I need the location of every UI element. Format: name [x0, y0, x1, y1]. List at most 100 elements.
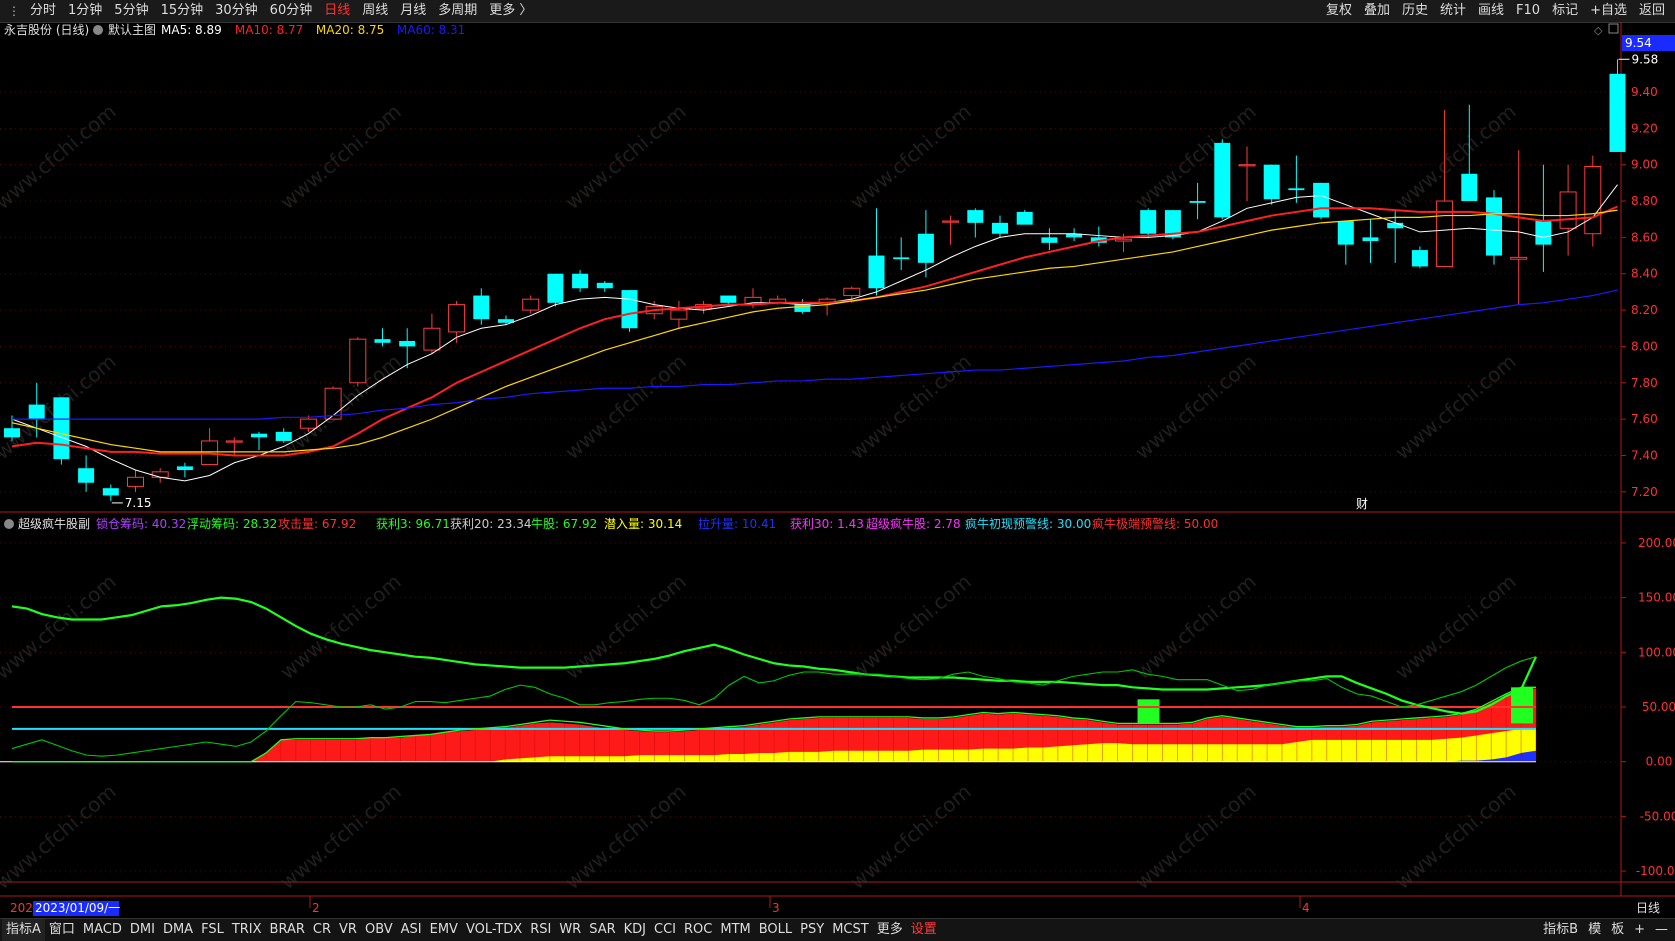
- indicator-tab[interactable]: 窗口: [45, 919, 79, 941]
- candle-body-down: [967, 210, 984, 223]
- date-axis: 202 2023/01/09/一 2 3 4 日线: [10, 896, 1660, 916]
- y-tick-label: 8.20: [1631, 303, 1658, 317]
- indicator-right-button[interactable]: —: [1650, 919, 1673, 941]
- indicator-tab[interactable]: DMI: [126, 919, 159, 941]
- indicator-tab[interactable]: ASI: [397, 919, 426, 941]
- indicator-tab[interactable]: OBV: [361, 919, 397, 941]
- indicator-tab[interactable]: VOL-TDX: [462, 919, 526, 941]
- indicator-tab[interactable]: ROC: [680, 919, 716, 941]
- diamond-icon[interactable]: ◇: [1594, 24, 1603, 37]
- window-icon[interactable]: [1608, 23, 1619, 34]
- period-tab[interactable]: 1分钟: [62, 0, 108, 22]
- indicator-tab[interactable]: VR: [335, 919, 361, 941]
- sub-y-tick-label: 0.00: [1646, 755, 1673, 769]
- indicator-tab[interactable]: DMA: [159, 919, 197, 941]
- toolbar-button[interactable]: 标记: [1546, 0, 1584, 22]
- candle-body-up: [448, 304, 466, 333]
- watermark-text: www.cfchi.com: [1130, 569, 1260, 684]
- indicator-tab[interactable]: TRIX: [228, 919, 266, 941]
- indicator-tab[interactable]: BRAR: [266, 919, 309, 941]
- indicator-right-button[interactable]: 模: [1583, 919, 1606, 941]
- indicator-tab[interactable]: CR: [309, 919, 335, 941]
- candle-body-up: [151, 471, 169, 478]
- toolbar-button[interactable]: +自选: [1584, 0, 1633, 22]
- period-tab[interactable]: 月线: [394, 0, 432, 22]
- finance-marker[interactable]: 财: [1356, 497, 1368, 511]
- sub-indicator-fills: [12, 687, 1537, 762]
- candle-body-down: [53, 397, 70, 460]
- toolbar-button[interactable]: F10: [1510, 0, 1546, 22]
- period-tab[interactable]: 15分钟: [155, 0, 210, 22]
- period-tab[interactable]: 5分钟: [108, 0, 154, 22]
- indicator-tab[interactable]: FSL: [197, 919, 228, 941]
- candle-body-down: [868, 255, 885, 289]
- indicator-tab[interactable]: MTM: [716, 919, 754, 941]
- indicator-tab[interactable]: 更多: [873, 919, 907, 941]
- sub-y-tick-label: 100.00: [1638, 645, 1675, 659]
- toolbar-button[interactable]: 复权: [1320, 0, 1358, 22]
- candle-body-up: [942, 220, 960, 223]
- indicator-tab[interactable]: 指标A: [2, 919, 45, 941]
- indicator-tab[interactable]: RSI: [526, 919, 555, 941]
- y-tick-label: 8.60: [1631, 230, 1658, 244]
- main-chart-name[interactable]: 默认主图: [108, 22, 156, 37]
- indicator-right-button[interactable]: 板: [1606, 919, 1629, 941]
- sub-legend: 锁仓筹码: 40.32 浮动筹码: 28.32 攻击量: 67.92 获利3: 96.…: [96, 516, 1218, 531]
- y-tick-label: 8.80: [1631, 194, 1658, 208]
- indicator-tab[interactable]: SAR: [585, 919, 619, 941]
- indicator-tab[interactable]: KDJ: [620, 919, 650, 941]
- ma-legend-item: MA20: 8.75: [316, 23, 384, 37]
- sub-legend-item: 获利30: 1.43: [790, 517, 864, 531]
- watermark-text: www.cfchi.com: [1390, 99, 1520, 214]
- toolbar-button[interactable]: 历史: [1396, 0, 1434, 22]
- menu-icon[interactable]: ⋮: [4, 4, 24, 18]
- period-tab[interactable]: 多周期: [432, 0, 483, 22]
- sub-chart-name[interactable]: 超级疯牛股副: [18, 516, 90, 531]
- toolbar-button[interactable]: 返回: [1633, 0, 1671, 22]
- period-tab[interactable]: 日线: [318, 0, 356, 22]
- ma-legend-item: MA5: 8.89: [161, 23, 222, 37]
- watermark-text: www.cfchi.com: [560, 349, 690, 464]
- candle-body-up: [1436, 200, 1454, 267]
- last-price-label: 9.54: [1625, 36, 1652, 50]
- chart-selector-icon[interactable]: [93, 25, 103, 35]
- y-tick-label: 9.00: [1631, 158, 1658, 172]
- indicator-tab[interactable]: 设置: [907, 919, 941, 941]
- indicator-right-button[interactable]: 指标B: [1538, 919, 1583, 941]
- period-tab[interactable]: 更多 〉: [483, 0, 538, 22]
- candle-body-down: [893, 257, 910, 260]
- period-tab[interactable]: 60分钟: [264, 0, 319, 22]
- indicator-bar: 指标A 窗口 MACD DMI DMA FSL TRIX BRAR CR VR OBV ASI EMV V…: [0, 918, 1675, 941]
- period-tab[interactable]: 30分钟: [209, 0, 264, 22]
- toolbar-button[interactable]: 统计: [1434, 0, 1472, 22]
- y-tick-label: 7.80: [1631, 376, 1658, 390]
- period-tab[interactable]: 周线: [356, 0, 394, 22]
- indicator-tab[interactable]: PSY: [796, 919, 828, 941]
- month-label: 2: [312, 901, 320, 915]
- indicator-tab[interactable]: BOLL: [755, 919, 796, 941]
- month-labels: 2 3 4 日线: [309, 896, 1660, 915]
- toolbar-button[interactable]: 叠加: [1358, 0, 1396, 22]
- candle-body-down: [1214, 142, 1231, 218]
- period-tab[interactable]: 分时: [24, 0, 62, 22]
- indicator-tab[interactable]: CCI: [650, 919, 680, 941]
- candle-body-down: [621, 290, 638, 329]
- watermark-text: www.cfchi.com: [1130, 349, 1260, 464]
- indicator-tab[interactable]: MCST: [828, 919, 873, 941]
- cursor-date: 2023/01/09/一: [35, 901, 120, 915]
- indicator-tab[interactable]: MACD: [79, 919, 126, 941]
- toolbar-button[interactable]: 画线: [1472, 0, 1510, 22]
- main-grid: [0, 91, 1621, 493]
- candle-body-down: [917, 233, 934, 263]
- indicator-tab[interactable]: EMV: [426, 919, 462, 941]
- indicator-tab[interactable]: WR: [555, 919, 585, 941]
- watermark-text: www.cfchi.com: [275, 99, 405, 214]
- sub-chart-selector-icon[interactable]: [4, 519, 14, 529]
- sub-legend-item: 攻击量: 67.92: [278, 517, 356, 531]
- sub-legend-item: 牛股: 67.92: [531, 516, 597, 531]
- candle-body-down: [399, 340, 416, 347]
- candle-body-down: [275, 431, 292, 441]
- high-price-label: 9.58: [1632, 52, 1659, 66]
- indicator-right-button[interactable]: +: [1629, 919, 1650, 941]
- watermark-text: www.cfchi.com: [1390, 349, 1520, 464]
